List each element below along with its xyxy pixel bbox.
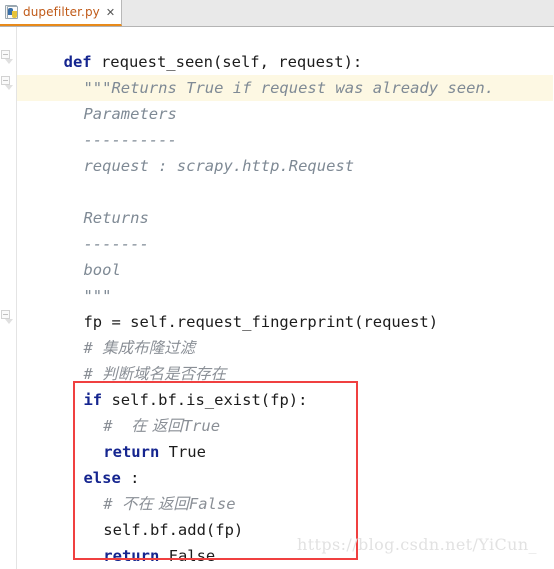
- code-line[interactable]: return True: [103, 439, 206, 465]
- code-surface[interactable]: def request_seen(self, request): """Retur…: [17, 27, 554, 569]
- code-line[interactable]: # 集成布隆过滤: [83, 335, 195, 361]
- tab-dupefilter-py[interactable]: dupefilter.py ✕: [0, 0, 123, 26]
- code-line[interactable]: # 在 返回True: [103, 413, 220, 439]
- code-token: self.bf.add(fp): [103, 521, 244, 539]
- code-token: #: [83, 339, 103, 357]
- code-line[interactable]: else :: [83, 465, 139, 491]
- code-line[interactable]: self.bf.add(fp): [103, 517, 243, 543]
- code-token: fp = self.request_fingerprint(request): [83, 313, 439, 331]
- code-token: False: [168, 547, 216, 565]
- code-editor[interactable]: def request_seen(self, request): """Retur…: [0, 27, 554, 569]
- editor-tab-bar: dupefilter.py ✕: [0, 0, 554, 27]
- code-token: if: [83, 391, 112, 409]
- code-token: def: [63, 53, 101, 71]
- code-token: #: [83, 365, 103, 383]
- code-token: else: [83, 469, 121, 487]
- code-token: :: [120, 469, 140, 487]
- code-token: False: [188, 495, 236, 513]
- code-line[interactable]: # 判断域名是否存在: [83, 361, 226, 387]
- code-token: Returns: [83, 209, 149, 227]
- code-token: 集成布隆过滤: [102, 339, 196, 357]
- code-token: ----------: [83, 131, 177, 149]
- code-line[interactable]: return False: [103, 543, 215, 569]
- code-line[interactable]: # 不在 返回False: [103, 491, 235, 517]
- code-fold-marker-icon[interactable]: [1, 76, 13, 90]
- code-token: bool: [83, 261, 121, 279]
- code-line[interactable]: request : scrapy.http.Request: [83, 153, 354, 179]
- code-token: self.bf.is_exist(fp):: [111, 391, 308, 409]
- python-file-icon: [5, 4, 19, 20]
- code-fold-marker-icon[interactable]: [1, 310, 13, 324]
- code-token: request : scrapy.http.Request: [83, 157, 355, 175]
- code-line[interactable]: if self.bf.is_exist(fp):: [83, 387, 307, 413]
- code-token: return: [103, 547, 169, 565]
- code-token: True: [168, 443, 206, 461]
- code-token: #: [103, 417, 132, 435]
- code-token: """: [83, 287, 112, 305]
- code-token: Parameters: [83, 105, 177, 123]
- code-token: -------: [83, 235, 149, 253]
- code-token: 判断域名是否存在: [102, 365, 227, 383]
- tab-label: dupefilter.py: [23, 5, 100, 19]
- code-token: True: [182, 417, 221, 435]
- code-line[interactable]: def request_seen(self, request):: [64, 49, 363, 75]
- code-line[interactable]: -------: [83, 231, 148, 257]
- code-token: 不在 返回: [121, 495, 189, 513]
- code-token: #: [103, 495, 122, 513]
- code-line[interactable]: fp = self.request_fingerprint(request): [83, 309, 438, 335]
- code-line[interactable]: Returns: [83, 205, 148, 231]
- code-line[interactable]: bool: [83, 257, 120, 283]
- code-token: 在 返回: [131, 417, 183, 435]
- code-line[interactable]: """: [83, 283, 111, 309]
- code-token: return: [103, 443, 169, 461]
- code-fold-marker-icon[interactable]: [1, 50, 13, 64]
- close-icon[interactable]: ✕: [106, 7, 115, 18]
- code-token: request_seen(self, request):: [100, 53, 363, 71]
- code-token: """Returns True if request was already s…: [83, 79, 495, 97]
- watermark-text: https://blog.csdn.net/YiCun_: [297, 535, 537, 554]
- code-line[interactable]: ----------: [83, 127, 176, 153]
- code-line[interactable]: Parameters: [83, 101, 176, 127]
- code-line[interactable]: """Returns True if request was already s…: [83, 75, 494, 101]
- editor-gutter[interactable]: [0, 27, 17, 569]
